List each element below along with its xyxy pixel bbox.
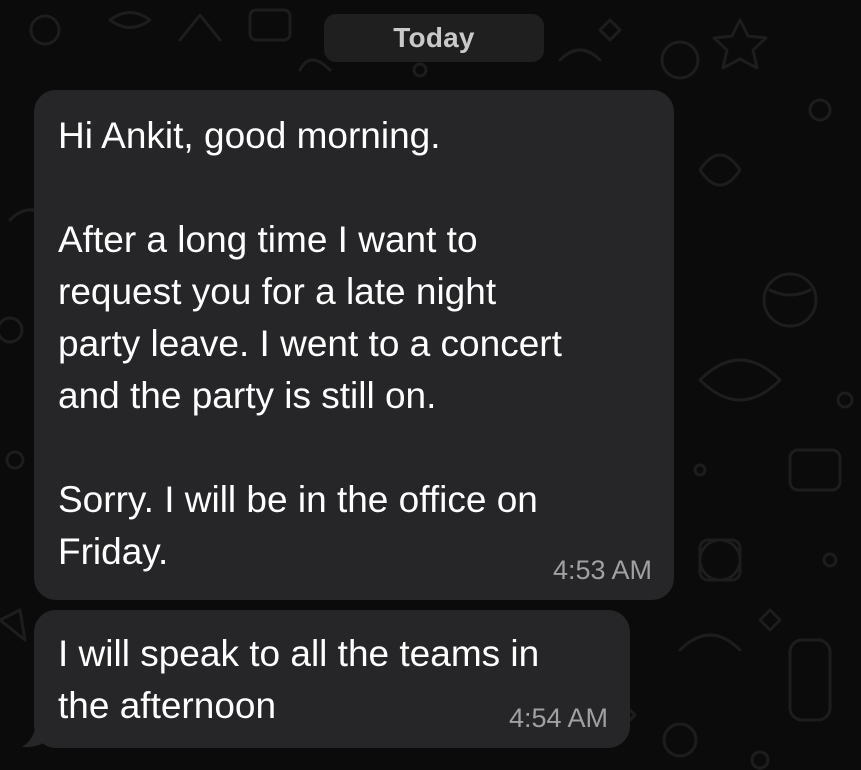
chat-view: Today Hi Ankit, good morning. After a lon… bbox=[0, 0, 861, 770]
message-bubble-incoming[interactable]: I will speak to all the teams in the aft… bbox=[34, 610, 630, 748]
message-paragraph: Hi Ankit, good morning. bbox=[58, 115, 441, 156]
message-timestamp: 4:54 AM bbox=[508, 703, 608, 733]
date-separator: Today bbox=[324, 14, 544, 62]
message-text: Hi Ankit, good morning. After a long time… bbox=[58, 110, 650, 578]
message-paragraph: After a long time I want to request you … bbox=[58, 219, 562, 416]
message-bubble-incoming[interactable]: Hi Ankit, good morning. After a long time… bbox=[34, 90, 674, 600]
bubble-tail-icon bbox=[22, 720, 50, 748]
message-timestamp: 4:53 AM bbox=[552, 555, 652, 585]
